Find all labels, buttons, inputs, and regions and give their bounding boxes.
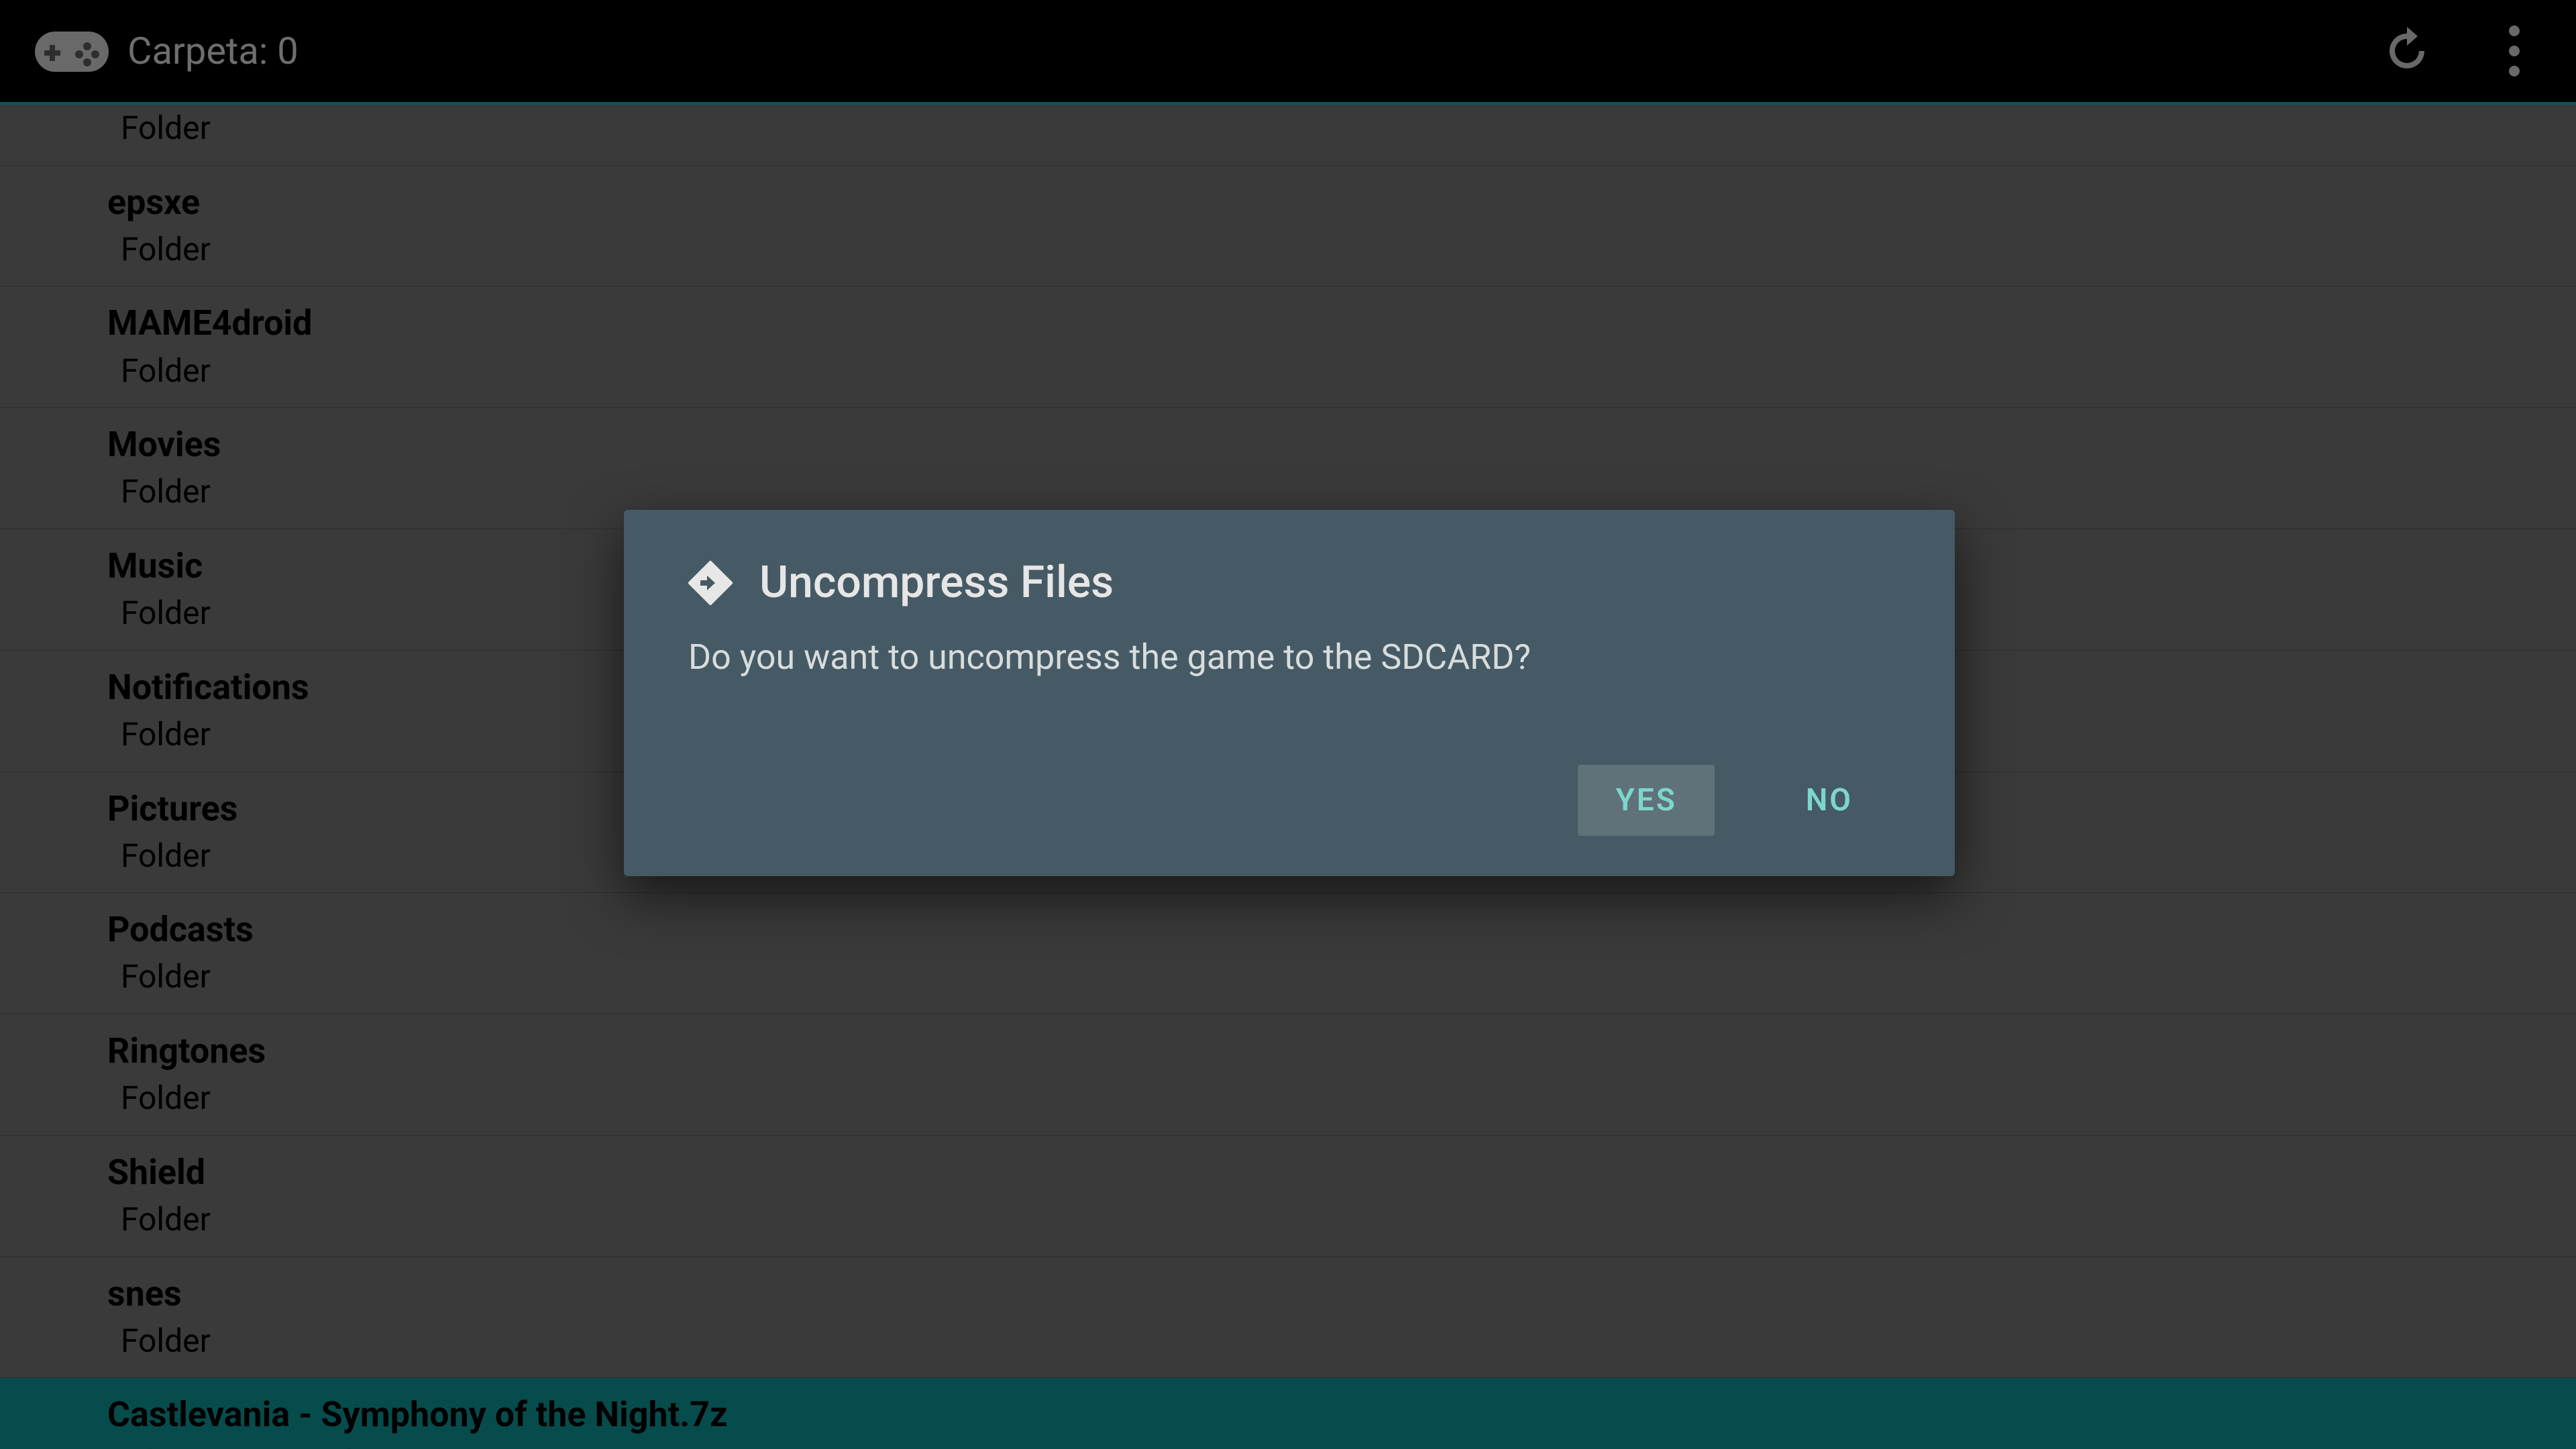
dialog-header: Uncompress Files [688,557,1890,608]
no-button[interactable]: NO [1768,765,1890,836]
yes-button[interactable]: YES [1578,765,1714,836]
uncompress-dialog: Uncompress Files Do you want to uncompre… [624,510,1955,876]
dialog-actions: YES NO [688,765,1890,836]
dialog-title: Uncompress Files [759,557,1114,608]
directions-icon [688,561,733,605]
dialog-message: Do you want to uncompress the game to th… [688,637,1890,678]
